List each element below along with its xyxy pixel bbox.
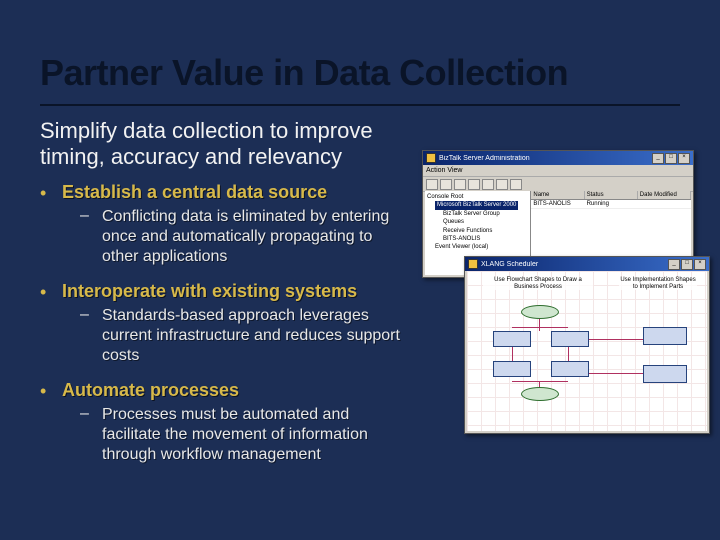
bullet-dot-icon: •	[40, 184, 46, 202]
tree-leaf: Event Viewer (local)	[427, 243, 528, 251]
tree-root: Console Root	[427, 193, 528, 201]
tree-node: BITS-ANOLIS	[427, 235, 528, 243]
connector-icon	[512, 347, 513, 361]
toolbar-button	[426, 179, 438, 190]
flow-port-icon	[643, 365, 687, 383]
bullet-1: • Establish a central data source – Conf…	[40, 182, 410, 267]
admin-menubar: Action View	[423, 165, 693, 177]
toolbar-button	[482, 179, 494, 190]
toolbar-button	[440, 179, 452, 190]
minimize-icon: _	[668, 259, 680, 270]
bullet-list: • Establish a central data source – Conf…	[40, 182, 410, 479]
admin-titlebar: BizTalk Server Administration _ □ ×	[423, 151, 693, 165]
app-icon	[468, 259, 478, 269]
canvas-label-right: Use Implementation Shapes to Implement P…	[619, 277, 697, 290]
maximize-icon: □	[665, 153, 677, 164]
connector-icon	[589, 373, 643, 374]
col-name: Name	[531, 191, 584, 199]
designer-canvas: Use Flowchart Shapes to Draw a Business …	[467, 271, 707, 431]
designer-title-text: XLANG Scheduler	[481, 261, 667, 268]
flow-port-icon	[643, 327, 687, 345]
slide-title: Partner Value in Data Collection	[40, 52, 720, 94]
close-icon: ×	[694, 259, 706, 270]
col-status: Status	[585, 191, 638, 199]
dash-icon: –	[80, 306, 89, 324]
toolbar-button	[468, 179, 480, 190]
subbullet-1-1: – Conflicting data is eliminated by ente…	[80, 207, 410, 267]
bullet-dot-icon: •	[40, 382, 46, 400]
title-area: Partner Value in Data Collection	[0, 52, 720, 94]
cell-date	[638, 200, 691, 208]
connector-icon	[539, 381, 540, 387]
designer-window: XLANG Scheduler _ □ × Use Flowchart Shap…	[464, 256, 710, 434]
subbullet-2-1: – Standards-based approach leverages cur…	[80, 306, 410, 366]
slide: Partner Value in Data Collection Simplif…	[0, 0, 720, 540]
bullet-dot-icon: •	[40, 283, 46, 301]
dash-icon: –	[80, 207, 89, 225]
maximize-icon: □	[681, 259, 693, 270]
list-row: BITS-ANOLIS Running	[531, 200, 691, 209]
tree-group: BizTalk Server Group	[427, 210, 528, 218]
admin-toolbar	[423, 177, 693, 192]
designer-titlebar: XLANG Scheduler _ □ ×	[465, 257, 709, 271]
subbullet-3-1: – Processes must be automated and facili…	[80, 405, 410, 465]
connector-icon	[512, 381, 568, 382]
bullet-3-heading: Automate processes	[62, 380, 410, 401]
cell-status: Running	[585, 200, 638, 208]
minimize-icon: _	[652, 153, 664, 164]
tree-server: Microsoft BizTalk Server 2000	[435, 201, 518, 209]
bullet-3: • Automate processes – Processes must be…	[40, 380, 410, 465]
list-header: Name Status Date Modified	[531, 191, 691, 200]
dash-icon: –	[80, 405, 89, 423]
flow-step-icon	[551, 331, 589, 347]
flow-start-icon	[521, 305, 559, 319]
flow-step-icon	[493, 361, 531, 377]
screenshot-stack: BizTalk Server Administration _ □ × Acti…	[422, 150, 710, 440]
toolbar-button	[496, 179, 508, 190]
title-underline	[40, 104, 680, 106]
toolbar-button	[510, 179, 522, 190]
bullet-1-heading: Establish a central data source	[62, 182, 410, 203]
close-icon: ×	[678, 153, 690, 164]
cell-name: BITS-ANOLIS	[531, 200, 584, 208]
connector-icon	[539, 319, 540, 331]
subbullet-1-1-text: Conflicting data is eliminated by enteri…	[102, 207, 410, 267]
col-date: Date Modified	[638, 191, 691, 199]
subbullet-3-1-text: Processes must be automated and facilita…	[102, 405, 410, 465]
toolbar-button	[454, 179, 466, 190]
bullet-2: • Interoperate with existing systems – S…	[40, 281, 410, 366]
flow-step-icon	[551, 361, 589, 377]
flow-step-icon	[493, 331, 531, 347]
slide-subtitle: Simplify data collection to improve timi…	[40, 118, 400, 171]
tree-node: Queues	[427, 218, 528, 226]
admin-title-text: BizTalk Server Administration	[439, 155, 651, 162]
connector-icon	[568, 347, 569, 361]
tree-node: Receive Functions	[427, 227, 528, 235]
canvas-label-left: Use Flowchart Shapes to Draw a Business …	[483, 277, 593, 290]
connector-icon	[589, 339, 643, 340]
connector-icon	[512, 327, 568, 328]
bullet-2-heading: Interoperate with existing systems	[62, 281, 410, 302]
app-icon	[426, 153, 436, 163]
subbullet-2-1-text: Standards-based approach leverages curre…	[102, 306, 410, 366]
flow-end-icon	[521, 387, 559, 401]
